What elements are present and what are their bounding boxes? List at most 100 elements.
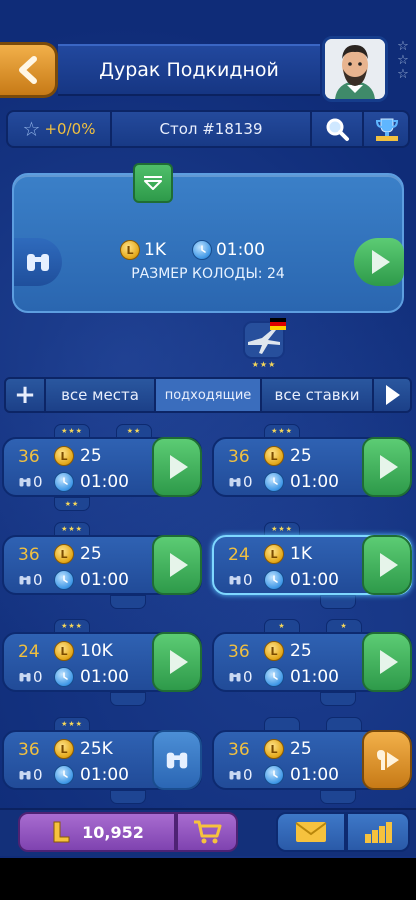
level-star-icon: ☆: [397, 67, 409, 82]
watch-room-button[interactable]: [152, 730, 202, 790]
room-observers-count: 0: [33, 571, 43, 589]
binoculars-icon: [229, 673, 241, 682]
room-card[interactable]: 36 0 L 25 01:00: [2, 535, 202, 595]
player-rank-badge[interactable]: [240, 316, 288, 362]
room-card[interactable]: 24 0 L 10K 01:00: [2, 632, 202, 692]
clock-icon: [264, 570, 284, 590]
watch-game-button[interactable]: [14, 238, 62, 286]
player-rank-stars: ★★★: [251, 360, 277, 369]
filter-all-stakes[interactable]: все ставки: [262, 379, 374, 411]
room-time-line: 01:00: [264, 765, 339, 785]
trophy-button[interactable]: [364, 112, 410, 146]
back-button[interactable]: [0, 42, 58, 98]
clock-icon: [264, 667, 284, 687]
room-observers: 0: [18, 766, 43, 784]
room-time: 01:00: [290, 765, 339, 785]
jet-plane-icon: [243, 318, 286, 359]
play-icon: [170, 553, 188, 577]
coin-icon: L: [264, 446, 284, 466]
magnifier-icon: [326, 118, 349, 141]
game-time: 01:00: [215, 240, 265, 260]
room-time-line: 01:00: [54, 570, 129, 590]
room-card[interactable]: 24 0 L 1K 01:00: [212, 535, 412, 595]
room-time-line: 01:00: [264, 472, 339, 492]
room-time-line: 01:00: [264, 570, 339, 590]
room-card[interactable]: 36 0 L 25 01:00: [212, 632, 412, 692]
room-observers: 0: [18, 473, 43, 491]
clock-icon: [54, 570, 74, 590]
binoculars-icon: [19, 771, 31, 780]
create-table-button[interactable]: +: [6, 379, 46, 411]
play-icon: [380, 650, 398, 674]
room-card[interactable]: 36 0 L 25K 01:00: [2, 730, 202, 790]
level-star-icon: ☆: [397, 53, 409, 68]
seat-tab: ★★★: [54, 522, 90, 536]
room-stake: 10K: [80, 641, 113, 661]
room-observers: 0: [18, 571, 43, 589]
coin-icon: L: [54, 544, 74, 564]
player-level-stars: ☆ ☆ ☆: [393, 40, 413, 82]
filter-bar: + все места подходящие все ставки: [4, 377, 412, 413]
avatar[interactable]: [322, 36, 388, 102]
room-time-line: 01:00: [54, 472, 129, 492]
room-stake-line: L 25: [264, 446, 312, 466]
room-observers-count: 0: [243, 668, 253, 686]
filter-next-button[interactable]: [374, 379, 410, 411]
collapse-button[interactable]: [133, 163, 173, 203]
room-time-line: 01:00: [264, 667, 339, 687]
play-room-button[interactable]: [152, 632, 202, 692]
room-players: 36: [18, 545, 40, 565]
clock-icon: [54, 667, 74, 687]
room-players: 36: [228, 642, 250, 662]
play-button[interactable]: [354, 238, 404, 286]
room-observers: 0: [228, 766, 253, 784]
room-time-line: 01:00: [54, 765, 129, 785]
seat-tab: ★: [326, 619, 362, 633]
seat-tab: ★★: [54, 497, 90, 511]
room-stake: 25: [290, 739, 312, 759]
room-stake-line: L 25: [54, 544, 102, 564]
room-card[interactable]: 36 0 L 25 01:00: [212, 437, 412, 497]
seat-tab: ★★★: [54, 717, 90, 731]
filter-all-places[interactable]: все места: [46, 379, 156, 411]
balance-button[interactable]: 10,952: [18, 812, 176, 852]
balance-value: 10,952: [82, 822, 144, 842]
game-stake: 1K: [144, 240, 166, 260]
shopping-cart-icon: [194, 820, 222, 844]
continue-room-button[interactable]: [362, 730, 412, 790]
play-room-button[interactable]: [152, 437, 202, 497]
room-players: 36: [18, 447, 40, 467]
room-time: 01:00: [290, 570, 339, 590]
room-observers-count: 0: [243, 473, 253, 491]
coin-icon: L: [54, 446, 74, 466]
coin-icon: L: [120, 240, 140, 260]
play-icon: [372, 250, 390, 274]
room-stake: 25: [80, 544, 102, 564]
mail-button[interactable]: [276, 812, 346, 852]
clock-icon: [191, 240, 212, 260]
seat-tab: [320, 692, 356, 706]
coin-L-icon: [53, 821, 70, 843]
room-card[interactable]: 36 0 L 25 01:00: [212, 730, 412, 790]
play-room-button[interactable]: [362, 535, 412, 595]
shop-button[interactable]: [176, 812, 238, 852]
clock-icon: [54, 472, 74, 492]
room-card[interactable]: 36 0 L 25 01:00: [2, 437, 202, 497]
trophy-icon: [375, 118, 399, 141]
seat-tab: [110, 595, 146, 609]
room-stake: 25: [80, 446, 102, 466]
rating-display[interactable]: ☆ +0/0%: [8, 112, 112, 146]
play-room-button[interactable]: [362, 437, 412, 497]
room-stake: 25: [290, 446, 312, 466]
binoculars-icon: [19, 478, 31, 487]
play-room-button[interactable]: [152, 535, 202, 595]
room-players: 24: [18, 642, 40, 662]
search-button[interactable]: [312, 112, 364, 146]
system-bar: [0, 858, 416, 900]
room-time: 01:00: [80, 472, 129, 492]
leaderboard-button[interactable]: [346, 812, 410, 852]
filter-suitable[interactable]: подходящие: [156, 379, 262, 411]
play-room-button[interactable]: [362, 632, 412, 692]
level-star-icon: ☆: [397, 39, 409, 54]
seat-tab: ★★★: [54, 424, 90, 438]
